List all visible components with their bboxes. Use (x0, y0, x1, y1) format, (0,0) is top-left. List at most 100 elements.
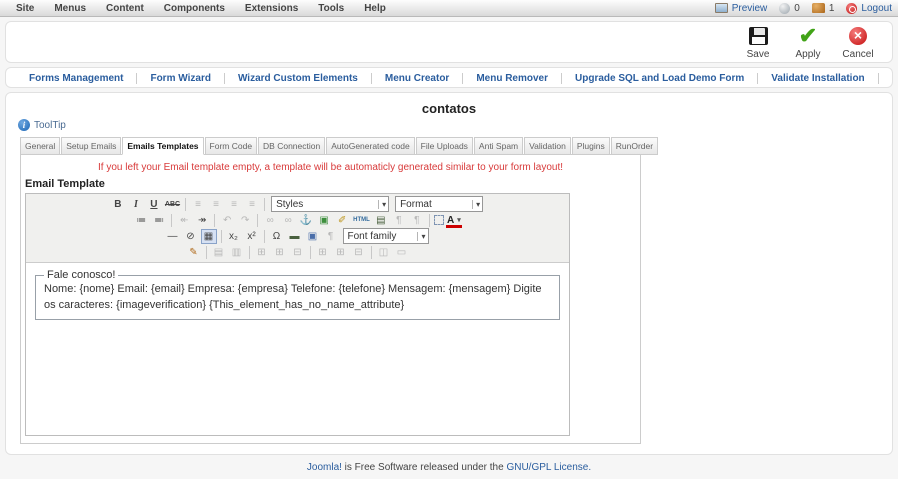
tab-anti-spam[interactable]: Anti Spam (473, 137, 524, 155)
save-floppy-icon (748, 26, 768, 45)
joomla-link[interactable]: Joomla! (307, 462, 342, 473)
tab-runorder[interactable]: RunOrder (610, 137, 659, 155)
table-guidelines-button[interactable]: ▦ (200, 228, 217, 244)
media-button[interactable]: ▤ (373, 213, 389, 228)
toolbar-separator (214, 213, 216, 227)
submenu-form-wizard[interactable]: Form Wizard (137, 72, 225, 84)
insert-col-after-button[interactable]: ⊞ (333, 245, 349, 260)
tab-plugins[interactable]: Plugins (571, 137, 610, 155)
insert-col-before-button[interactable]: ⊞ (315, 245, 331, 260)
tab-emails-templates[interactable]: Emails Templates (122, 137, 204, 155)
format-select[interactable]: Format (395, 196, 484, 212)
align-right-button[interactable]: ≡ (226, 197, 242, 212)
submenu-forms-management[interactable]: Forms Management (16, 72, 138, 84)
align-justify-button[interactable]: ≡ (244, 197, 260, 212)
tooltip[interactable]: ToolTip (18, 117, 884, 133)
menu-site[interactable]: Site (6, 2, 44, 15)
menu-content[interactable]: Content (96, 2, 154, 15)
remove-format-button[interactable]: ⊘ (183, 229, 199, 244)
align-left-button[interactable]: ≡ (190, 197, 206, 212)
insert-row-after-button[interactable]: ⊞ (272, 245, 288, 260)
toolbar-separator (263, 229, 265, 243)
text-color-button[interactable]: A (446, 213, 462, 228)
image-button[interactable]: ▣ (316, 213, 332, 228)
cleanup-button[interactable]: ✐ (334, 213, 350, 228)
submenu-menu-creator[interactable]: Menu Creator (371, 72, 464, 84)
component-submenu: Forms Management Form Wizard Wizard Custom… (5, 67, 893, 88)
tab-autogenerated-code[interactable]: AutoGenerated code (326, 137, 415, 155)
merge-cells-button[interactable]: ▭ (394, 245, 410, 260)
email-template-label: Email Template (25, 178, 105, 190)
cancel-label: Cancel (842, 48, 874, 60)
editor-content[interactable]: Fale conosco! Nome: {nome} Email: {email… (26, 263, 569, 435)
table-cell-props-button[interactable]: ▥ (229, 245, 245, 260)
italic-button[interactable]: I (128, 197, 144, 212)
submenu-menu-remover[interactable]: Menu Remover (463, 72, 563, 84)
apply-button[interactable]: Apply (786, 25, 830, 60)
tab-validation[interactable]: Validation (524, 137, 571, 155)
bullet-list-button[interactable]: ≔ (133, 213, 149, 228)
footer-text: is Free Software released under the (341, 462, 507, 473)
iframe-button[interactable]: ▣ (305, 229, 321, 244)
ltr-button[interactable]: ¶ (391, 213, 407, 228)
toolbar-separator (309, 245, 311, 259)
tab-file-uploads[interactable]: File Uploads (415, 137, 473, 155)
nonbreaking-button[interactable]: ▬ (287, 229, 303, 244)
tab-db-connection[interactable]: DB Connection (258, 137, 326, 155)
menu-tools[interactable]: Tools (308, 2, 354, 15)
delete-row-button[interactable]: ⊟ (290, 245, 306, 260)
logged-in-users-indicator[interactable]: 1 (811, 3, 834, 14)
bold-button[interactable]: B (110, 197, 126, 212)
save-button[interactable]: Save (736, 25, 780, 60)
apply-label: Apply (795, 48, 821, 60)
cancel-x-icon (849, 26, 867, 45)
visual-aid-button[interactable] (433, 215, 444, 225)
outdent-button[interactable]: ↞ (176, 213, 192, 228)
form-fieldset: Fale conosco! Nome: {nome} Email: {email… (35, 269, 560, 320)
align-center-button[interactable]: ≡ (208, 197, 224, 212)
indent-button[interactable]: ↠ (194, 213, 210, 228)
undo-button[interactable]: ↶ (219, 213, 235, 228)
horizontal-rule-button[interactable]: — (165, 229, 181, 244)
table-row-props-button[interactable]: ▤ (211, 245, 227, 260)
tab-form-code[interactable]: Form Code (204, 137, 258, 155)
subscript-button[interactable]: x₂ (226, 229, 242, 244)
tab-general[interactable]: General (20, 137, 61, 155)
cancel-button[interactable]: Cancel (836, 25, 880, 60)
styles-select[interactable]: Styles (271, 196, 390, 212)
font-family-select[interactable]: Font family (342, 228, 429, 244)
insert-row-before-button[interactable]: ⊞ (254, 245, 270, 260)
menu-help[interactable]: Help (354, 2, 396, 15)
rtl-button[interactable]: ¶ (409, 213, 425, 228)
submenu-wizard-custom-elements[interactable]: Wizard Custom Elements (224, 72, 372, 84)
unlink-button[interactable]: ∞ (280, 213, 296, 228)
menu-menus[interactable]: Menus (44, 2, 96, 15)
email-template-editor: BIUABC≡≡≡≡StylesFormat≔≕↞↠↶↷∞∞⚓▣✐HTML▤¶¶… (25, 193, 570, 436)
messages-indicator[interactable]: 0 (779, 2, 800, 14)
statusbar: Preview 0 1 Logout (714, 2, 892, 14)
delete-col-button[interactable]: ⊟ (351, 245, 367, 260)
top-menubar: Site Menus Content Components Extensions Tool… (0, 0, 898, 17)
submenu-upgrade-sql-and-load-demo-form[interactable]: Upgrade SQL and Load Demo Form (562, 72, 759, 84)
tab-setup-emails[interactable]: Setup Emails (61, 137, 122, 155)
superscript-button[interactable]: x² (244, 229, 260, 244)
redo-button[interactable]: ↷ (237, 213, 253, 228)
underline-button[interactable]: U (146, 197, 162, 212)
numbered-list-button[interactable]: ≕ (151, 213, 167, 228)
logout-link[interactable]: Logout (846, 2, 892, 14)
menu-extensions[interactable]: Extensions (235, 2, 308, 15)
html-source-button[interactable]: HTML (352, 213, 371, 228)
special-char-button[interactable]: Ω (269, 229, 285, 244)
attributes-button[interactable]: ¶ (323, 229, 339, 244)
gnu-gpl-license-link[interactable]: GNU/GPL License. (506, 462, 591, 473)
preview-link[interactable]: Preview (714, 2, 768, 14)
anchor-button[interactable]: ⚓ (298, 213, 314, 228)
menu-components[interactable]: Components (154, 2, 235, 15)
toolbar-separator (171, 213, 173, 227)
preview-label: Preview (731, 2, 768, 14)
strikethrough-button[interactable]: ABC (164, 197, 181, 212)
split-cells-button[interactable]: ◫ (376, 245, 392, 260)
insert-table-button[interactable]: ✎ (186, 245, 202, 260)
submenu-validate-installation[interactable]: Validate Installation (758, 72, 879, 84)
link-button[interactable]: ∞ (262, 213, 278, 228)
